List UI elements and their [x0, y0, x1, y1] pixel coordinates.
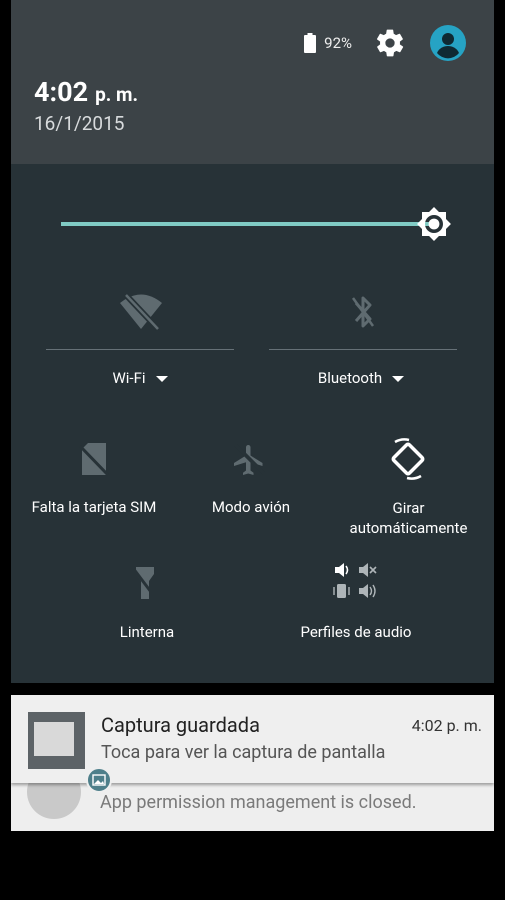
wifi-divider [46, 349, 234, 350]
user-avatar-icon[interactable] [430, 25, 466, 61]
bluetooth-dropdown-icon [392, 376, 405, 383]
sim-label: Falta la tarjeta SIM [31, 498, 157, 516]
notification-time: 4:02 p. m. [411, 716, 482, 735]
airplane-mode-icon[interactable] [231, 442, 267, 478]
clock-ampm: p. m. [95, 83, 138, 106]
bluetooth-off-icon[interactable] [351, 294, 375, 330]
battery-percentage: 92% [324, 34, 352, 52]
clock-date[interactable]: 16/1/2015 [34, 112, 124, 135]
flashlight-icon[interactable] [131, 564, 159, 602]
brightness-icon[interactable] [416, 206, 452, 242]
clock-time: 4:02 [34, 76, 89, 108]
clock[interactable]: 4:02 p. m. [34, 76, 138, 108]
sim-card-missing-icon[interactable] [79, 442, 109, 476]
bluetooth-divider [269, 349, 457, 350]
screenshot-thumbnail [28, 712, 112, 793]
notification-text: Toca para ver la captura de pantalla [101, 742, 386, 763]
battery-indicator: 92% [304, 33, 352, 53]
brightness-slider[interactable] [61, 222, 435, 226]
quick-settings-panel: Wi-Fi Bluetooth Falta la tarjeta SIM Mod… [11, 164, 494, 683]
battery-icon [304, 33, 317, 53]
notification-app-permission[interactable]: App permission management is closed. [11, 765, 494, 831]
status-icons: 92% [304, 24, 466, 62]
flashlight-label: Linterna [119, 623, 175, 641]
wifi-off-icon[interactable] [118, 292, 164, 332]
wifi-label: Wi-Fi [112, 369, 146, 387]
image-badge-icon [86, 767, 112, 793]
notification-screenshot-saved[interactable]: Captura guardada 4:02 p. m. Toca para ve… [11, 695, 494, 793]
wifi-dropdown-icon [155, 376, 168, 383]
notification-text: App permission management is closed. [100, 792, 417, 813]
notification-header: 92% 4:02 p. m. 16/1/2015 [11, 0, 494, 164]
audio-profiles-icon[interactable] [333, 562, 379, 600]
screenshot-preview [34, 722, 74, 756]
settings-gear-icon[interactable] [374, 27, 406, 59]
audio-profiles-label: Perfiles de audio [300, 623, 412, 641]
notification-title: Captura guardada [101, 713, 260, 737]
wifi-tile-label[interactable]: Wi-Fi [81, 369, 199, 387]
auto-rotate-icon[interactable] [387, 438, 429, 480]
auto-rotate-label-line1: Girar [392, 499, 425, 517]
bluetooth-label: Bluetooth [317, 369, 383, 387]
auto-rotate-label: Girar automáticamente [331, 498, 486, 538]
airplane-label: Modo avión [211, 498, 291, 516]
bluetooth-tile-label[interactable]: Bluetooth [296, 369, 426, 387]
auto-rotate-label-line2: automáticamente [349, 519, 468, 537]
